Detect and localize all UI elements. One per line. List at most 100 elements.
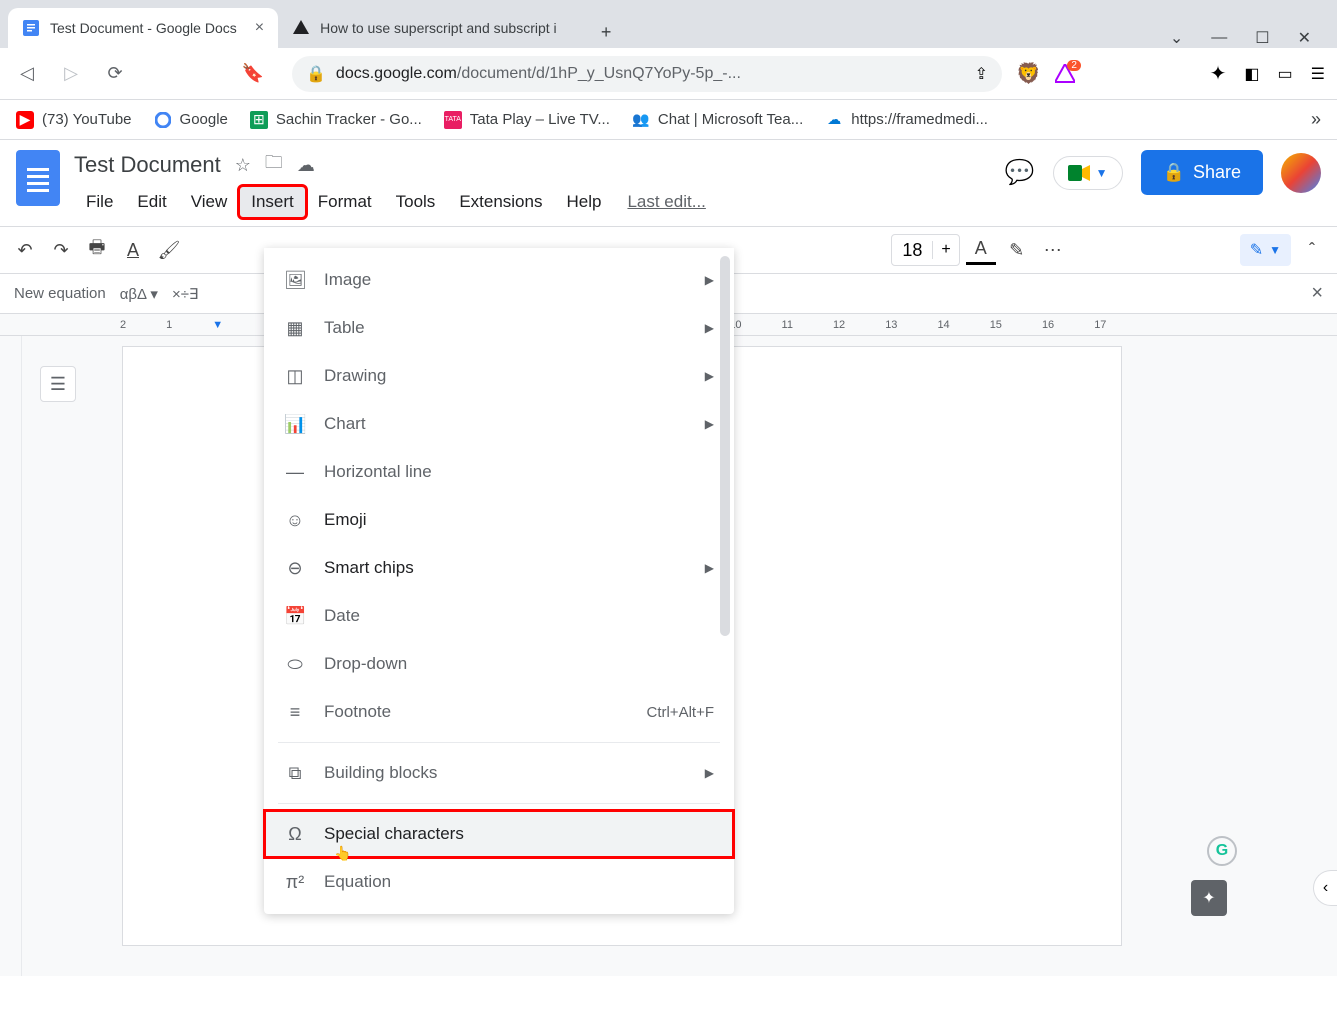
insert-menu-image[interactable]: 🖼Image▶ <box>264 256 734 304</box>
move-icon[interactable]: 🗀 <box>265 150 283 180</box>
bookmark-youtube[interactable]: ▶(73) YouTube <box>16 111 132 129</box>
insert-menu-dropdown: 🖼Image▶▦Table▶◫Drawing▶📊Chart▶—Horizonta… <box>264 248 734 914</box>
text-color-button[interactable]: A <box>966 235 996 265</box>
browser-chrome: Test Document - Google Docs × How to use… <box>0 0 1337 140</box>
tab-close-icon[interactable]: × <box>255 19 264 37</box>
menu-separator <box>278 742 720 743</box>
menu-extensions[interactable]: Extensions <box>447 186 554 218</box>
maximize-icon[interactable]: ☐ <box>1255 28 1269 48</box>
menu-bar: File Edit View Insert Format Tools Exten… <box>74 186 991 218</box>
menu-item-label: Image <box>324 270 371 290</box>
insert-menu-horizontal-line[interactable]: —Horizontal line <box>264 448 734 496</box>
spellcheck-button[interactable]: A <box>118 235 148 265</box>
brave-shields-icon[interactable]: 🦁 <box>1016 61 1041 86</box>
insert-menu-drop-down[interactable]: ⬭Drop-down <box>264 640 734 688</box>
star-icon[interactable]: ☆ <box>235 155 251 176</box>
bookmark-sheets[interactable]: ⊞Sachin Tracker - Go... <box>250 111 422 129</box>
bookmarks-bar: ▶(73) YouTube Google ⊞Sachin Tracker - G… <box>0 100 1337 140</box>
insert-menu-chart[interactable]: 📊Chart▶ <box>264 400 734 448</box>
menu-help[interactable]: Help <box>554 186 613 218</box>
font-size-increase[interactable]: + <box>932 241 958 259</box>
close-window-icon[interactable]: ✕ <box>1298 28 1311 48</box>
close-equation-bar-icon[interactable]: × <box>1311 282 1323 305</box>
menu-view[interactable]: View <box>179 186 240 218</box>
menu-item-label: Special characters <box>324 824 464 844</box>
cloud-status-icon[interactable]: ☁ <box>297 155 315 176</box>
app-menu-icon[interactable]: ☰ <box>1311 64 1325 84</box>
bookmark-onedrive[interactable]: ☁https://framedmedi... <box>825 111 988 129</box>
drawing-icon: ◫ <box>284 366 306 387</box>
comments-icon[interactable]: 💬 <box>1005 158 1035 187</box>
submenu-arrow-icon: ▶ <box>705 766 714 780</box>
menu-item-label: Smart chips <box>324 558 414 578</box>
share-button[interactable]: 🔒 Share <box>1141 150 1263 195</box>
undo-button[interactable]: ↶ <box>10 235 40 265</box>
docs-logo-icon[interactable] <box>16 150 60 206</box>
meet-button[interactable]: ▼ <box>1053 156 1123 190</box>
menu-file[interactable]: File <box>74 186 125 218</box>
menu-shortcut: Ctrl+Alt+F <box>646 704 714 721</box>
insert-menu-drawing[interactable]: ◫Drawing▶ <box>264 352 734 400</box>
greek-letters-button[interactable]: αβΔ ▾ <box>120 285 158 303</box>
submenu-arrow-icon: ▶ <box>705 273 714 287</box>
bookmark-google[interactable]: Google <box>154 111 228 129</box>
paint-format-button[interactable]: 🖌 <box>154 235 184 265</box>
special-characters-icon: Ω <box>284 824 306 845</box>
menu-tools[interactable]: Tools <box>384 186 448 218</box>
collapse-toolbar-icon[interactable]: ˆ <box>1297 235 1327 265</box>
date-icon: 📅 <box>284 606 306 627</box>
back-button[interactable]: ◁ <box>12 59 42 89</box>
document-outline-button[interactable]: ☰ <box>40 366 76 402</box>
wallet-icon[interactable]: ▭ <box>1278 64 1293 84</box>
browser-tab-active[interactable]: Test Document - Google Docs × <box>8 8 278 48</box>
window-controls: ⌄ — ☐ ✕ <box>1170 28 1329 48</box>
menu-item-label: Equation <box>324 872 391 892</box>
insert-menu-footnote[interactable]: ≡FootnoteCtrl+Alt+F <box>264 688 734 736</box>
menu-edit[interactable]: Edit <box>125 186 178 218</box>
bookmarks-overflow-icon[interactable]: » <box>1311 109 1321 130</box>
browser-tab[interactable]: How to use superscript and subscript i <box>278 8 578 48</box>
more-toolbar-icon[interactable]: ⋯ <box>1038 235 1068 265</box>
equation-icon: π² <box>284 872 306 893</box>
sidepanel-icon[interactable]: ◧ <box>1244 64 1259 84</box>
address-bar[interactable]: 🔒 docs.google.com/document/d/1hP_y_UsnQ7… <box>292 56 1002 92</box>
highlight-button[interactable]: ✎ <box>1002 235 1032 265</box>
share-url-icon[interactable]: ⇪ <box>975 64 988 84</box>
vertical-ruler[interactable] <box>0 336 22 976</box>
bookmark-teams[interactable]: 👥Chat | Microsoft Tea... <box>632 111 803 129</box>
insert-menu-date[interactable]: 📅Date <box>264 592 734 640</box>
print-button[interactable]: 🖶 <box>82 235 112 265</box>
horizontal-line-icon: — <box>284 462 306 483</box>
document-title[interactable]: Test Document <box>74 152 221 178</box>
extensions-icon[interactable]: ✦ <box>1210 61 1227 86</box>
brave-rewards-icon[interactable] <box>1055 64 1075 84</box>
insert-menu-equation[interactable]: π² Equation <box>264 858 734 906</box>
insert-menu-special-characters[interactable]: ΩSpecial characters👆 <box>264 810 734 858</box>
reload-button[interactable]: ⟳ <box>100 59 130 89</box>
minimize-icon[interactable]: — <box>1211 29 1227 47</box>
new-tab-button[interactable]: + <box>590 16 622 48</box>
bookmark-tata[interactable]: TATATata Play – Live TV... <box>444 111 610 129</box>
chevron-down-icon[interactable]: ⌄ <box>1170 28 1183 48</box>
account-avatar[interactable] <box>1281 153 1321 193</box>
redo-button[interactable]: ↷ <box>46 235 76 265</box>
pencil-icon: ✎ <box>1250 240 1263 260</box>
submenu-arrow-icon: ▶ <box>705 369 714 383</box>
editing-mode-button[interactable]: ✎▼ <box>1240 234 1291 266</box>
font-size-value[interactable]: 18 <box>892 240 932 261</box>
smart-chips-icon: ⊖ <box>284 558 306 579</box>
forward-button[interactable]: ▷ <box>56 59 86 89</box>
insert-menu-emoji[interactable]: ☺Emoji <box>264 496 734 544</box>
new-equation-button[interactable]: New equation <box>14 285 106 302</box>
insert-menu-building-blocks[interactable]: ⧉Building blocks▶ <box>264 749 734 797</box>
insert-menu-table[interactable]: ▦Table▶ <box>264 304 734 352</box>
side-panel-toggle[interactable]: ‹ <box>1313 870 1337 906</box>
grammarly-icon[interactable]: G <box>1207 836 1237 866</box>
explore-button[interactable]: ✦ <box>1191 880 1227 916</box>
insert-menu-smart-chips[interactable]: ⊖Smart chips▶ <box>264 544 734 592</box>
menu-insert[interactable]: Insert <box>239 186 306 218</box>
math-operators-button[interactable]: ×÷∃ <box>172 285 198 303</box>
menu-format[interactable]: Format <box>306 186 384 218</box>
last-edit-link[interactable]: Last edit... <box>627 192 705 212</box>
bookmark-icon[interactable]: 🔖 <box>238 59 268 89</box>
